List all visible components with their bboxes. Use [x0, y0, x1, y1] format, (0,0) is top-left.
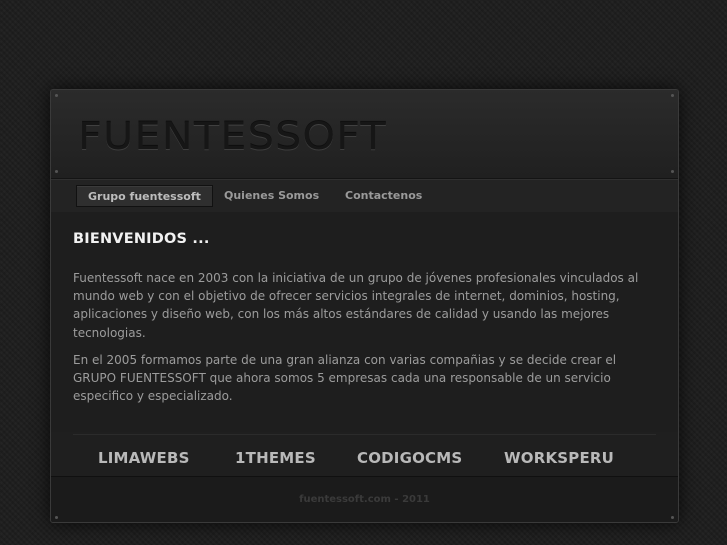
main-panel: FUENTESSOFT Grupo fuentessoft Quienes So…	[50, 89, 679, 523]
nav-item-contactenos[interactable]: Contactenos	[334, 185, 433, 207]
intro-paragraph: Fuentessoft nace en 2003 con la iniciati…	[73, 271, 639, 340]
rivet-icon	[671, 94, 674, 97]
site-logo[interactable]: FUENTESSOFT	[78, 115, 387, 158]
site-footer: fuentessoft.com - 2011	[51, 476, 678, 522]
brand-link-codigocms[interactable]: CODIGOCMS	[357, 449, 462, 467]
history-paragraph: En el 2005 formamos parte de una gran al…	[73, 353, 617, 404]
brand-link-worksperu[interactable]: WORKSPERU	[504, 449, 614, 467]
footer-copyright: fuentessoft.com - 2011	[299, 494, 430, 505]
brand-links: LIMAWEBS 1THEMES CODIGOCMS WORKSPERU	[73, 434, 656, 475]
brand-link-limawebs[interactable]: LIMAWEBS	[98, 449, 190, 467]
brand-link-1themes[interactable]: 1THEMES	[235, 449, 316, 467]
rivet-icon	[671, 170, 674, 173]
rivet-icon	[55, 516, 58, 519]
rivet-icon	[55, 170, 58, 173]
page-title: BIENVENIDOS ...	[73, 231, 210, 247]
rivet-icon	[55, 94, 58, 97]
nav-item-quienes-somos[interactable]: Quienes Somos	[213, 185, 330, 207]
site-header: FUENTESSOFT	[51, 90, 678, 179]
main-nav: Grupo fuentessoft Quienes Somos Contacte…	[51, 179, 678, 213]
rivet-icon	[671, 516, 674, 519]
nav-item-grupo-fuentessoft[interactable]: Grupo fuentessoft	[76, 185, 213, 207]
content-area: BIENVENIDOS ... Fuentessoft nace en 2003…	[51, 212, 678, 432]
